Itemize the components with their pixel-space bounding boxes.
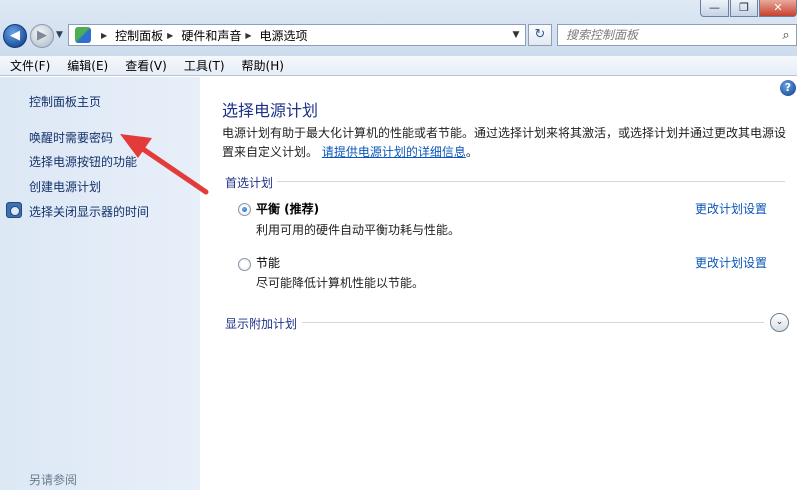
address-toolbar: ◀ ▶ ▼ ▶ 控制面板 ▶ 硬件和声音 ▶ 电源选项 ▼ ↻ ⌕: [0, 0, 797, 56]
maximize-button[interactable]: ❐: [730, 0, 758, 17]
balanced-change-settings-link[interactable]: 更改计划设置: [695, 200, 767, 217]
power-saver-plan-label[interactable]: 节能: [256, 254, 280, 271]
show-additional-plans-heading[interactable]: 显示附加计划: [225, 315, 297, 332]
expand-chevron-down-icon[interactable]: ⌄: [770, 313, 789, 332]
forward-button[interactable]: ▶: [30, 24, 54, 48]
minimize-button[interactable]: —: [700, 0, 729, 17]
control-panel-home-link[interactable]: 控制面板主页: [29, 93, 101, 110]
additional-plans-divider: [302, 322, 764, 323]
breadcrumb-separator: ▶: [101, 30, 108, 40]
plan-details-link[interactable]: 请提供电源计划的详细信息: [322, 145, 466, 159]
breadcrumb-separator[interactable]: ▶: [245, 31, 251, 40]
power-saver-change-settings-link[interactable]: 更改计划设置: [695, 254, 767, 271]
create-power-plan-link[interactable]: 创建电源计划: [29, 178, 101, 195]
display-shield-icon: [6, 202, 22, 218]
menu-help[interactable]: 帮助(H): [232, 57, 291, 74]
menu-bar: 文件(F) 编辑(E) 查看(V) 工具(T) 帮助(H): [0, 56, 797, 76]
search-box[interactable]: ⌕: [557, 24, 797, 46]
choose-power-button-link[interactable]: 选择电源按钮的功能: [29, 153, 137, 170]
preferred-plans-heading: 首选计划: [225, 176, 274, 190]
breadcrumb-power-options[interactable]: 电源选项: [260, 27, 308, 44]
turn-off-display-link[interactable]: 选择关闭显示器的时间: [29, 203, 149, 220]
page-title: 选择电源计划: [222, 101, 319, 120]
preferred-plans-divider: [277, 181, 785, 182]
address-history-chevron-down-icon[interactable]: ▼: [507, 30, 525, 40]
description-text: 电源计划有助于最大化计算机的性能或者节能。通过选择计划来将其激活，或选择计划并通…: [222, 126, 787, 159]
balanced-plan-description: 利用可用的硬件自动平衡功耗与性能。: [256, 223, 461, 237]
recent-pages-chevron-down-icon[interactable]: ▼: [56, 30, 63, 40]
see-also-heading: 另请参阅: [29, 473, 78, 487]
page-description: 电源计划有助于最大化计算机的性能或者节能。通过选择计划来将其激活，或选择计划并通…: [222, 124, 790, 162]
menu-file[interactable]: 文件(F): [0, 57, 57, 74]
menu-edit[interactable]: 编辑(E): [57, 57, 115, 74]
breadcrumb-label: 电源选项: [259, 28, 308, 43]
refresh-button[interactable]: ↻: [528, 24, 552, 46]
breadcrumb-label: 控制面板: [115, 28, 164, 43]
power-saver-plan-description: 尽可能降低计算机性能以节能。: [256, 276, 425, 290]
back-button[interactable]: ◀: [3, 24, 27, 48]
power-saver-plan-radio[interactable]: [238, 258, 251, 271]
control-panel-icon: [75, 27, 91, 43]
breadcrumb-separator[interactable]: ▶: [167, 31, 173, 40]
search-input[interactable]: [558, 26, 776, 44]
description-end: 。: [465, 145, 478, 159]
menu-tools[interactable]: 工具(T): [174, 57, 232, 74]
close-button[interactable]: ✕: [759, 0, 797, 17]
address-bar[interactable]: ▶ 控制面板 ▶ 硬件和声音 ▶ 电源选项 ▼: [68, 24, 526, 46]
menu-view[interactable]: 查看(V): [115, 57, 174, 74]
breadcrumb-control-panel[interactable]: 控制面板 ▶: [115, 27, 181, 44]
breadcrumb-hardware-sound[interactable]: 硬件和声音 ▶: [181, 27, 259, 44]
breadcrumb-label: 硬件和声音: [181, 28, 242, 43]
search-icon[interactable]: ⌕: [776, 28, 796, 43]
task-pane: 控制面板主页 唤醒时需要密码 选择电源按钮的功能 创建电源计划 选择关闭显示器的…: [0, 77, 200, 490]
breadcrumb-sep-start[interactable]: ▶: [97, 31, 115, 40]
balanced-plan-label[interactable]: 平衡 (推荐): [256, 200, 319, 217]
help-icon[interactable]: ?: [780, 80, 796, 96]
balanced-plan-radio[interactable]: [238, 203, 251, 216]
require-password-on-wakeup-link[interactable]: 唤醒时需要密码: [29, 129, 113, 146]
